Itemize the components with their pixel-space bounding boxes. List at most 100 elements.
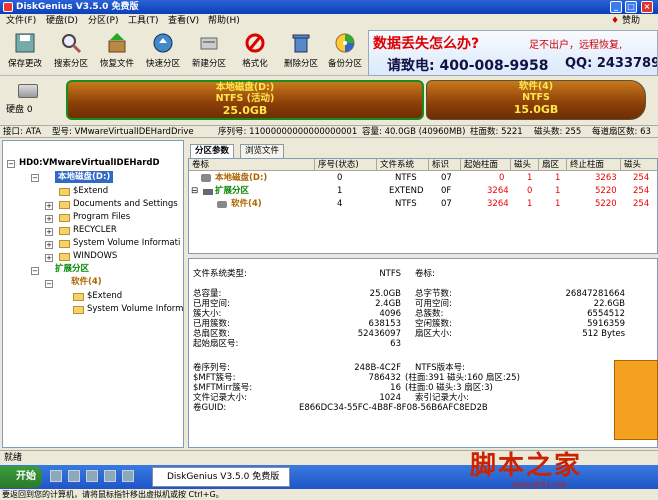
tree-folder[interactable]: RECYCLER	[73, 224, 117, 236]
drive-icon	[217, 201, 227, 208]
ad-qq: QQ: 2433789	[565, 56, 658, 71]
col-header[interactable]: 序号(状态)	[315, 159, 377, 171]
start-button[interactable]: 开始	[0, 466, 42, 488]
tree-expander[interactable]: +	[45, 254, 53, 262]
recover-box-icon	[108, 33, 126, 53]
status-text: 就绪	[4, 453, 23, 463]
close-button[interactable]: ×	[641, 1, 653, 13]
recover-files-button[interactable]: 恢复文件	[96, 32, 138, 74]
folder-icon	[59, 240, 70, 248]
tree-folder[interactable]: System Volume Informati	[73, 237, 180, 249]
tree-folder[interactable]: WINDOWS	[73, 250, 117, 262]
folder-icon	[59, 227, 70, 235]
partition-table: 卷标 序号(状态) 文件系统 标识 起始柱面 磁头 扇区 终止柱面 磁头 本地磁…	[188, 158, 658, 254]
minimize-button[interactable]: _	[610, 1, 622, 13]
col-header[interactable]: 文件系统	[377, 159, 429, 171]
format-icon	[245, 33, 265, 53]
tree-expander[interactable]: −	[7, 160, 15, 168]
tree-expander[interactable]: +	[45, 202, 53, 210]
menu-disk[interactable]: 硬盘(D)	[46, 14, 78, 28]
trash-icon	[292, 34, 310, 53]
tree-item-d-drive[interactable]: 本地磁盘(D:)	[55, 171, 114, 183]
tab-browse-files[interactable]: 浏览文件	[240, 144, 285, 158]
quick-partition-icon	[153, 33, 173, 53]
search-partition-button[interactable]: 搜索分区	[50, 32, 92, 74]
collapse-toggle[interactable]: ⊟	[191, 185, 198, 197]
quicklaunch-icon[interactable]	[86, 470, 98, 482]
col-header[interactable]: 磁头	[621, 159, 657, 171]
heart-icon: ♦	[611, 16, 620, 26]
menu-view[interactable]: 查看(V)	[168, 14, 199, 28]
folder-icon	[59, 201, 70, 209]
drive-icon	[201, 174, 211, 182]
quicklaunch-icon[interactable]	[122, 470, 134, 482]
delete-partition-button[interactable]: 删除分区	[280, 32, 322, 74]
save-icon	[15, 33, 35, 53]
menu-tools[interactable]: 工具(T)	[128, 14, 159, 28]
ad-banner[interactable]: 数据丢失怎么办? 足不出户，远程恢复, 请致电: 400-008-9958 QQ…	[368, 30, 658, 76]
folder-icon	[59, 188, 70, 196]
ad-phone: 请致电: 400-008-9958	[387, 58, 549, 74]
sponsor-link[interactable]: ♦ 赞助	[611, 14, 640, 28]
halloween-widget-icon	[614, 360, 658, 440]
quicklaunch-icon[interactable]	[50, 470, 62, 482]
col-header[interactable]: 卷标	[189, 159, 315, 171]
tree-folder[interactable]: System Volume Inform	[87, 303, 183, 315]
tree-expander[interactable]: −	[45, 280, 53, 288]
folder-icon	[59, 253, 70, 261]
menu-file[interactable]: 文件(F)	[6, 14, 36, 28]
site-watermark: 脚本之家 www.jb51.net	[470, 451, 583, 489]
new-partition-button[interactable]: 新建分区	[188, 32, 230, 74]
col-header[interactable]: 磁头	[511, 159, 539, 171]
tree-expander[interactable]: −	[31, 267, 39, 275]
title-bar: DiskGenius V3.5.0 免费版 _ □ ×	[0, 0, 658, 14]
partition-block-software[interactable]: 软件(4) NTFS 15.0GB	[426, 80, 646, 120]
col-header[interactable]: 起始柱面	[461, 159, 511, 171]
folder-icon	[59, 214, 70, 222]
quicklaunch-icon[interactable]	[104, 470, 116, 482]
quick-partition-button[interactable]: 快速分区	[142, 32, 184, 74]
vm-hint-bar: 要返回到您的计算机，请将鼠标指针移出虚拟机或按 Ctrl+G。	[0, 490, 658, 500]
menu-partition[interactable]: 分区(P)	[88, 14, 118, 28]
tree-expander[interactable]: +	[45, 241, 53, 249]
tree-folder[interactable]: Documents and Settings	[73, 198, 178, 210]
maximize-button[interactable]: □	[625, 1, 637, 13]
folder-icon	[73, 306, 84, 314]
quicklaunch-icon[interactable]	[68, 470, 80, 482]
format-button[interactable]: 格式化	[234, 32, 276, 74]
partition-details: 文件系统类型: NTFS 卷标: 总容量: 25.0GB 已用空间: 2.4GB…	[188, 258, 658, 448]
disk-info-line: 接口: ATA 型号: VMwareVirtualIDEHardDrive 序列…	[0, 125, 658, 138]
tree-expander[interactable]: +	[45, 215, 53, 223]
window-title: DiskGenius V3.5.0 免费版	[16, 2, 139, 12]
backup-disc-icon	[335, 33, 355, 53]
magnifier-icon	[62, 34, 82, 54]
hard-disk-icon	[18, 84, 38, 98]
col-header[interactable]: 终止柱面	[567, 159, 621, 171]
disk-tree: − HD0:VMwareVirtualIDEHardD − 本地磁盘(D:) $…	[2, 140, 184, 448]
disk-label: 硬盘 0	[6, 105, 33, 115]
tree-expander[interactable]: −	[31, 174, 39, 182]
save-changes-button[interactable]: 保存更改	[4, 32, 46, 74]
partition-block-d[interactable]: 本地磁盘(D:) NTFS (活动) 25.0GB	[66, 80, 424, 120]
tree-item-software[interactable]: 软件(4)	[71, 276, 102, 288]
backup-partition-button[interactable]: 备份分区	[324, 32, 366, 74]
folder-icon	[73, 293, 84, 301]
right-pane: 分区参数 浏览文件 卷标 序号(状态) 文件系统 标识 起始柱面 磁头 扇区 终…	[186, 140, 658, 448]
tree-folder[interactable]: Program Files	[73, 211, 130, 223]
app-icon	[3, 2, 13, 12]
ad-subline: 足不出户，远程恢复,	[529, 40, 623, 51]
ad-headline: 数据丢失怎么办?	[373, 36, 480, 52]
tree-root-disk[interactable]: HD0:VMwareVirtualIDEHardD	[19, 157, 160, 169]
tree-folder[interactable]: $Extend	[87, 290, 122, 302]
taskbar-app-diskgenius[interactable]: DiskGenius V3.5.0 免费版	[152, 467, 290, 487]
tree-expander[interactable]: +	[45, 228, 53, 236]
menu-bar: 文件(F) 硬盘(D) 分区(P) 工具(T) 查看(V) 帮助(H) ♦ 赞助	[0, 14, 658, 28]
tab-partition-params[interactable]: 分区参数	[190, 144, 235, 158]
tree-item-extended[interactable]: 扩展分区	[55, 263, 89, 275]
col-header[interactable]: 标识	[429, 159, 461, 171]
new-partition-icon	[200, 37, 218, 50]
menu-help[interactable]: 帮助(H)	[208, 14, 240, 28]
col-header[interactable]: 扇区	[539, 159, 567, 171]
tree-folder[interactable]: $Extend	[73, 185, 108, 197]
extended-icon	[203, 189, 213, 195]
